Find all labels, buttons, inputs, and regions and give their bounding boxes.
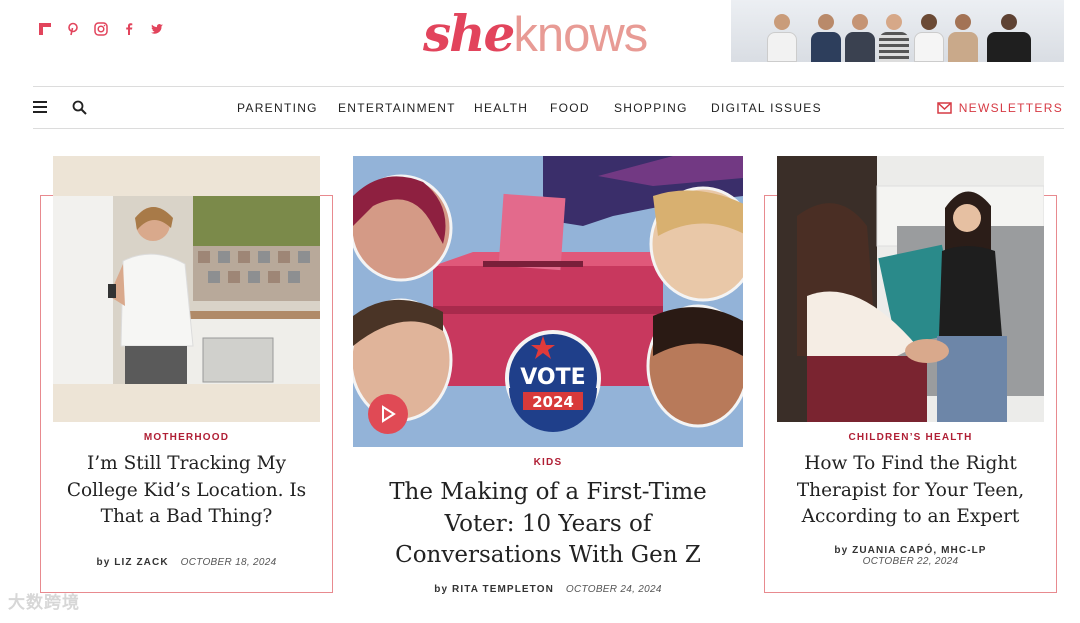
article-image-vote-2024[interactable]: VOTE 2024	[353, 156, 743, 447]
badge-year-text: 2024	[532, 393, 574, 411]
badge-vote-text: VOTE	[520, 365, 585, 390]
article-date: OCTOBER 24, 2024	[565, 584, 662, 595]
nav-digital-issues[interactable]: DIGITAL ISSUES	[711, 101, 822, 115]
video-play-button[interactable]	[368, 394, 408, 434]
nav-entertainment[interactable]: ENTERTAINMENT	[338, 101, 456, 115]
main-nav: PARENTING ENTERTAINMENT HEALTH FOOD SHOP…	[0, 101, 1080, 115]
twitter-icon[interactable]	[150, 22, 164, 36]
article-title[interactable]: The Making of a First-Time Voter: 10 Yea…	[358, 477, 738, 572]
banner-person	[879, 14, 909, 62]
flipboard-icon[interactable]	[38, 22, 52, 36]
logo-she: she	[423, 4, 515, 63]
nav-shopping[interactable]: SHOPPING	[614, 101, 688, 115]
article-category[interactable]: CHILDREN’S HEALTH	[777, 432, 1044, 443]
header-divider-top	[33, 86, 1064, 87]
banner-person	[767, 14, 797, 62]
banner-person	[914, 14, 944, 62]
social-links	[38, 22, 164, 36]
article-image-therapist-teen[interactable]	[777, 156, 1044, 422]
banner-person	[948, 14, 978, 62]
pinterest-icon[interactable]	[66, 22, 80, 36]
banner-person	[811, 14, 841, 62]
newsletters-label: NEWSLETTERS	[958, 101, 1063, 115]
article-image-mother-phone[interactable]	[53, 156, 320, 422]
facebook-icon[interactable]	[122, 22, 136, 36]
banner-person	[845, 14, 875, 62]
nav-food[interactable]: FOOD	[550, 101, 590, 115]
header-banner-image[interactable]	[731, 0, 1064, 62]
article-category[interactable]: KIDS	[353, 457, 743, 468]
article-date: OCTOBER 18, 2024	[180, 557, 277, 568]
nav-parenting[interactable]: PARENTING	[237, 101, 318, 115]
article-byline: by LIZ ZACK OCTOBER 18, 2024	[53, 557, 320, 568]
logo-knows: knows	[513, 8, 648, 62]
article-date: OCTOBER 22, 2024	[862, 556, 959, 567]
nav-health[interactable]: HEALTH	[474, 101, 528, 115]
article-title[interactable]: I’m Still Tracking My College Kid’s Loca…	[58, 451, 315, 531]
article-byline: by ZUANIA CAPÓ, MHC-LP OCTOBER 22, 2024	[777, 545, 1044, 567]
mail-icon	[936, 102, 952, 114]
article-category[interactable]: MOTHERHOOD	[53, 432, 320, 443]
article-author[interactable]: by LIZ ZACK	[97, 557, 169, 568]
instagram-icon[interactable]	[94, 22, 108, 36]
site-logo[interactable]: she knows	[423, 4, 648, 63]
article-title[interactable]: How To Find the Right Therapist for Your…	[785, 451, 1036, 531]
article-author[interactable]: by RITA TEMPLETON	[434, 584, 554, 595]
banner-person	[987, 14, 1031, 62]
newsletters-link[interactable]: NEWSLETTERS	[936, 101, 1063, 115]
article-author[interactable]: by ZUANIA CAPÓ, MHC-LP	[834, 545, 986, 556]
play-icon	[382, 405, 396, 423]
watermark-logo: 大数跨境	[8, 593, 80, 612]
header-divider-bottom	[33, 128, 1064, 129]
article-byline: by RITA TEMPLETON OCTOBER 24, 2024	[353, 584, 743, 595]
